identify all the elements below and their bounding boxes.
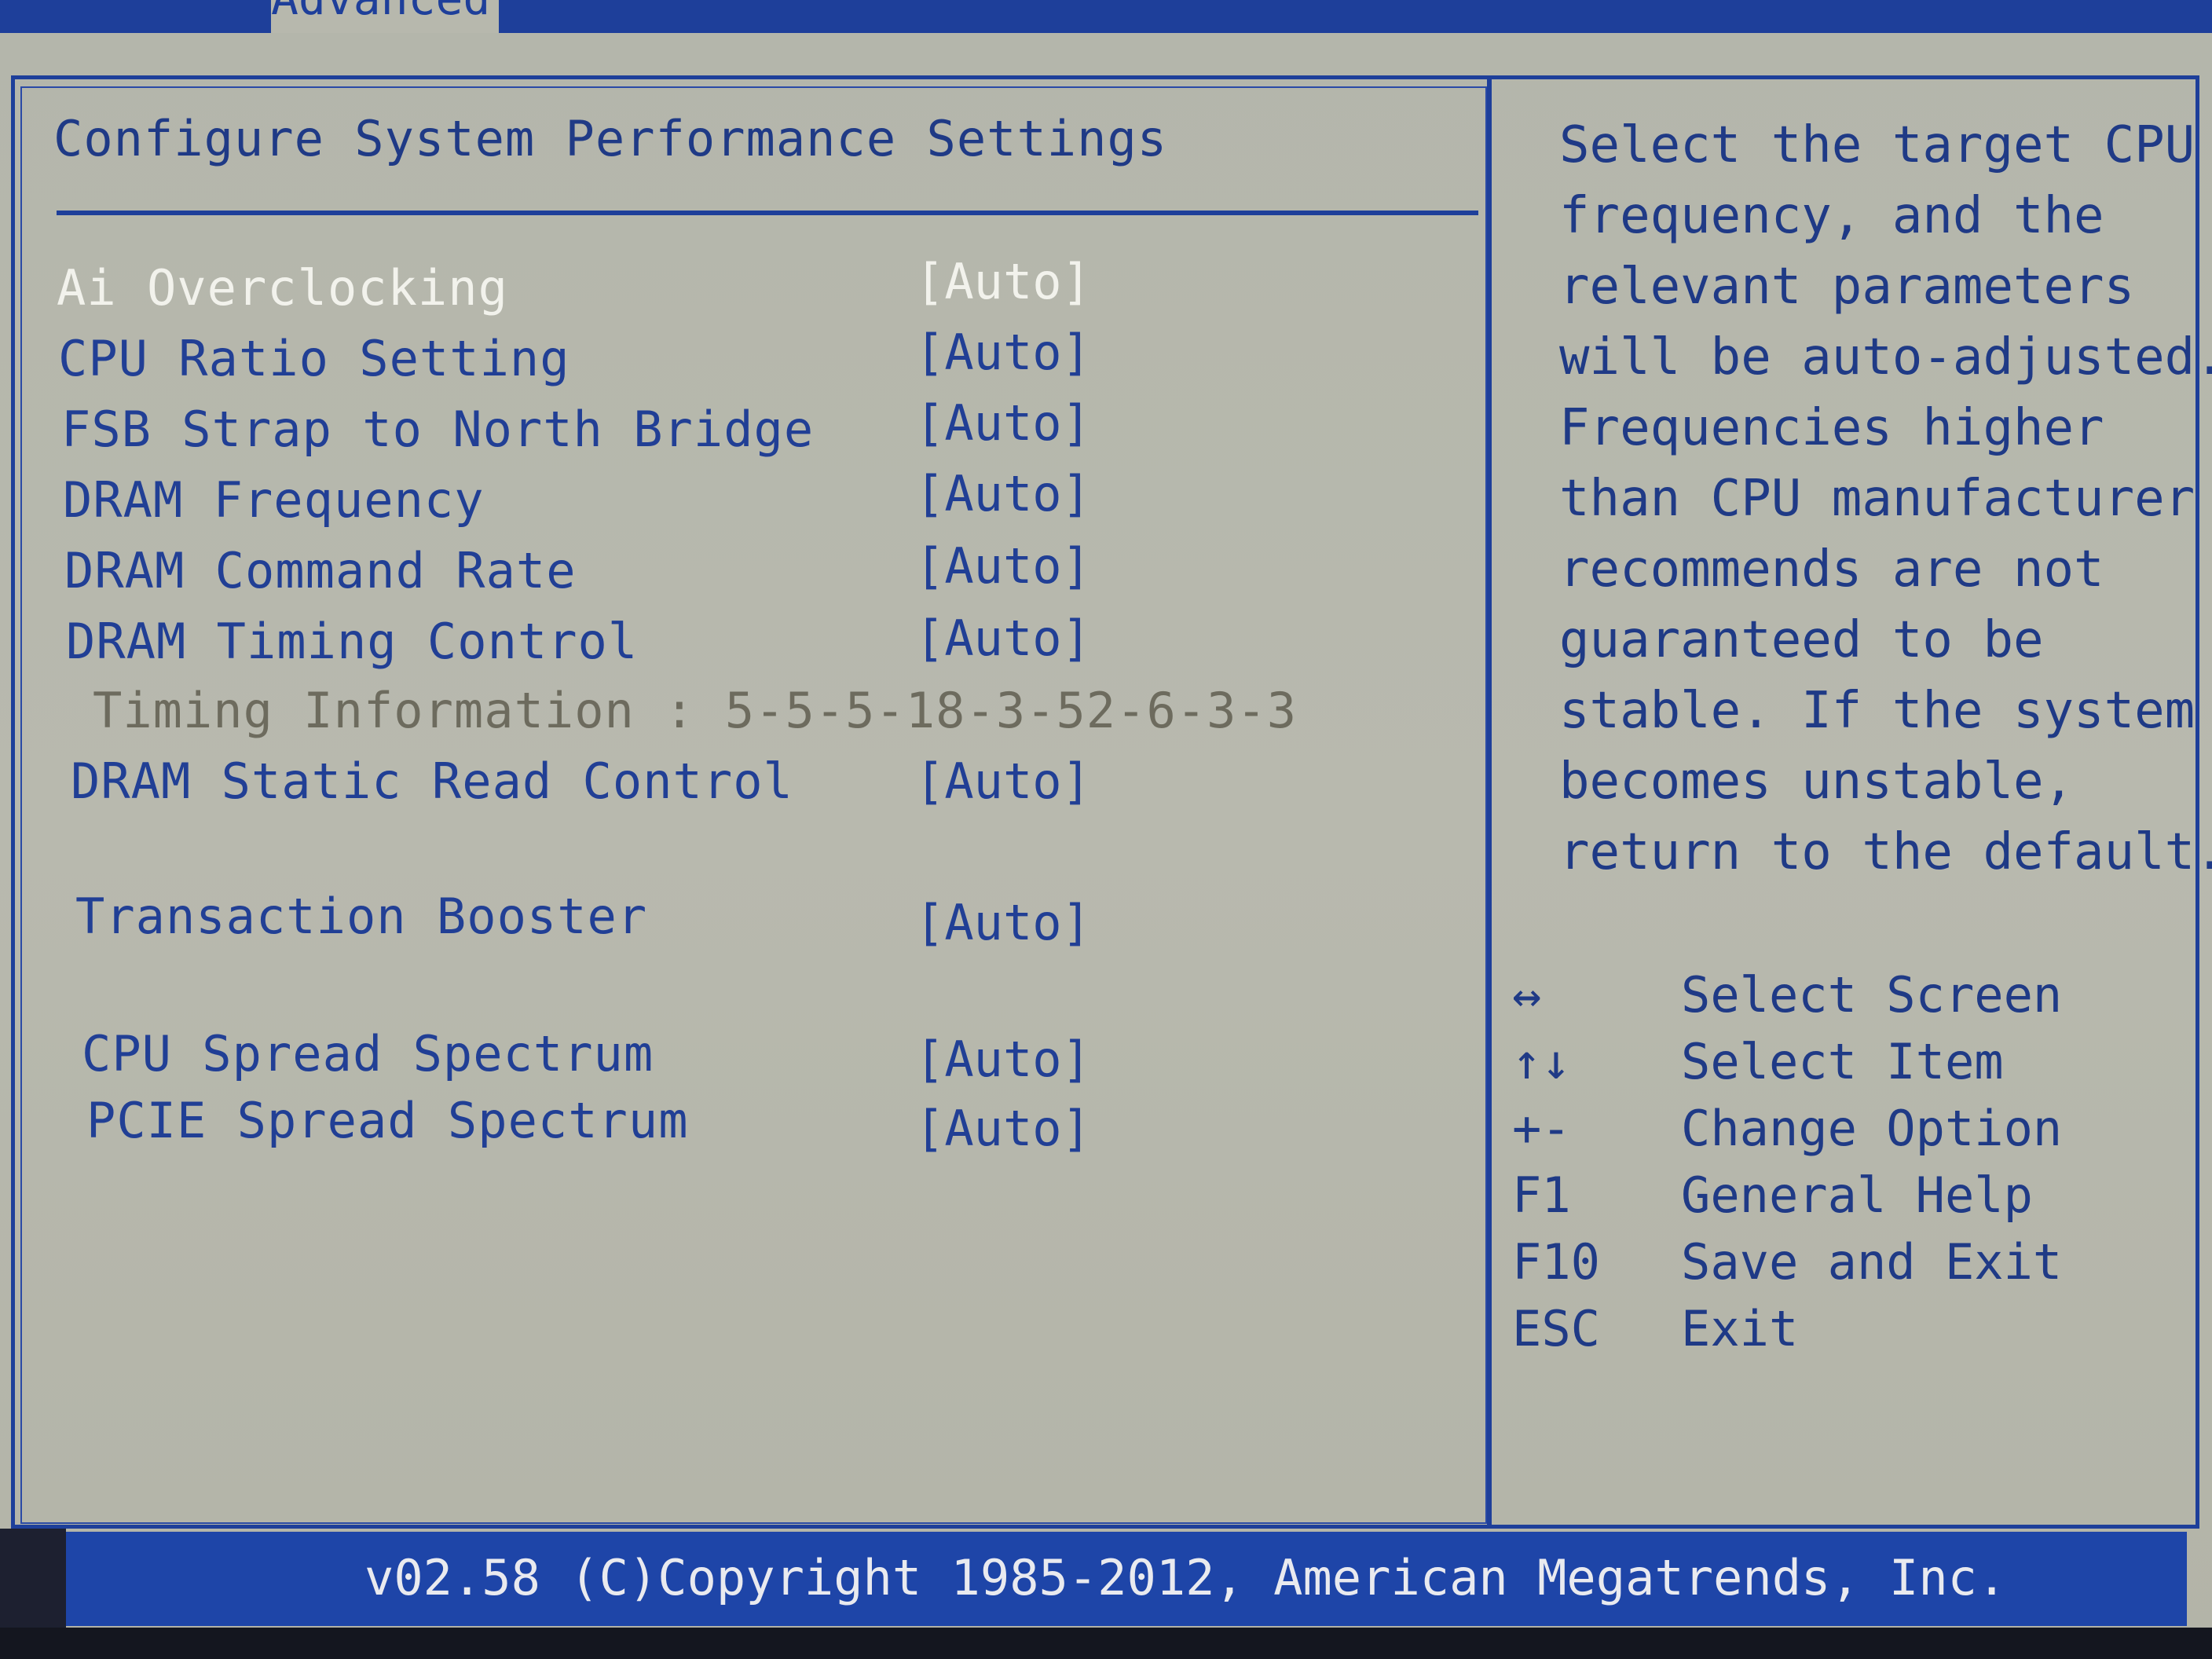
setting-dram-timing-control-value[interactable]: [Auto] bbox=[915, 610, 1091, 667]
help-line: becomes unstable, bbox=[1559, 753, 2075, 811]
setting-pcie-spread-spectrum[interactable]: PCIE Spread Spectrum bbox=[86, 1092, 689, 1149]
setting-cpu-spread-spectrum-value[interactable]: [Auto] bbox=[915, 1031, 1091, 1088]
help-line: return to the default. bbox=[1559, 823, 2212, 881]
key-desc: Save and Exit bbox=[1681, 1233, 2063, 1291]
setting-dram-static-read[interactable]: DRAM Static Read Control bbox=[71, 753, 793, 810]
setting-pcie-spread-spectrum-value[interactable]: [Auto] bbox=[915, 1100, 1091, 1157]
setting-dram-command-rate[interactable]: DRAM Command Rate bbox=[64, 542, 577, 599]
timing-information: Timing Information : 5-5-5-18-3-52-6-3-3 bbox=[93, 682, 1298, 739]
help-line: guaranteed to be bbox=[1559, 611, 2044, 669]
help-line: will be auto-adjusted. bbox=[1559, 328, 2212, 386]
setting-fsb-strap[interactable]: FSB Strap to North Bridge bbox=[61, 401, 814, 458]
tab-advanced[interactable]: Advanced bbox=[271, 0, 499, 33]
help-text: Select the target CPU frequency, and the… bbox=[1559, 110, 2212, 888]
setting-ai-overclocking[interactable]: Ai Overclocking bbox=[57, 259, 508, 317]
help-line: than CPU manufacturer bbox=[1559, 470, 2196, 528]
up-down-arrow-icon: ↑↓ bbox=[1512, 1033, 1571, 1090]
footer-bar: v02.58 (C)Copyright 1985-2012, American … bbox=[66, 1532, 2187, 1626]
setting-dram-timing-control[interactable]: DRAM Timing Control bbox=[66, 613, 638, 670]
help-line: Frequencies higher bbox=[1559, 399, 2104, 457]
title-rule bbox=[57, 211, 1478, 215]
key-label: F10 bbox=[1512, 1233, 1600, 1291]
setting-dram-static-read-value[interactable]: [Auto] bbox=[915, 753, 1091, 810]
key-desc: Exit bbox=[1681, 1300, 1799, 1357]
tab-advanced-label: Advanced bbox=[271, 0, 490, 25]
setting-transaction-booster-value[interactable]: [Auto] bbox=[915, 894, 1091, 951]
key-label: ESC bbox=[1512, 1300, 1600, 1357]
plus-minus-icon: +- bbox=[1512, 1100, 1571, 1157]
bezel-shadow bbox=[0, 1529, 66, 1631]
copyright-text: v02.58 (C)Copyright 1985-2012, American … bbox=[364, 1549, 2007, 1606]
key-label: F1 bbox=[1512, 1166, 1571, 1224]
setting-dram-frequency[interactable]: DRAM Frequency bbox=[63, 471, 485, 529]
left-right-arrow-icon: ↔ bbox=[1512, 966, 1542, 1024]
bezel-bottom bbox=[0, 1628, 2212, 1659]
help-line: frequency, and the bbox=[1559, 187, 2104, 245]
setting-cpu-ratio-value[interactable]: [Auto] bbox=[915, 324, 1091, 381]
panel-divider bbox=[1487, 75, 1492, 1529]
key-desc: Select Screen bbox=[1681, 966, 2063, 1024]
setting-dram-command-rate-value[interactable]: [Auto] bbox=[915, 537, 1091, 595]
setting-ai-overclocking-value[interactable]: [Auto] bbox=[915, 253, 1091, 310]
setting-dram-frequency-value[interactable]: [Auto] bbox=[915, 465, 1091, 522]
help-line: stable. If the system bbox=[1559, 682, 2196, 740]
help-line: relevant parameters bbox=[1559, 258, 2135, 316]
help-line: Select the target CPU bbox=[1559, 116, 2196, 174]
help-line: recommends are not bbox=[1559, 540, 2104, 599]
setting-fsb-strap-value[interactable]: [Auto] bbox=[915, 394, 1091, 452]
key-desc: General Help bbox=[1681, 1166, 2033, 1224]
page-title: Configure System Performance Settings bbox=[53, 110, 1168, 167]
key-desc: Change Option bbox=[1681, 1100, 2063, 1157]
menu-tab-bar: Advanced bbox=[0, 0, 2212, 33]
setting-transaction-booster[interactable]: Transaction Booster bbox=[75, 888, 647, 945]
key-desc: Select Item bbox=[1681, 1033, 2004, 1090]
setting-cpu-spread-spectrum[interactable]: CPU Spread Spectrum bbox=[82, 1025, 654, 1082]
bios-screen: Advanced Configure System Performance Se… bbox=[0, 0, 2212, 1659]
setting-cpu-ratio[interactable]: CPU Ratio Setting bbox=[58, 330, 570, 387]
